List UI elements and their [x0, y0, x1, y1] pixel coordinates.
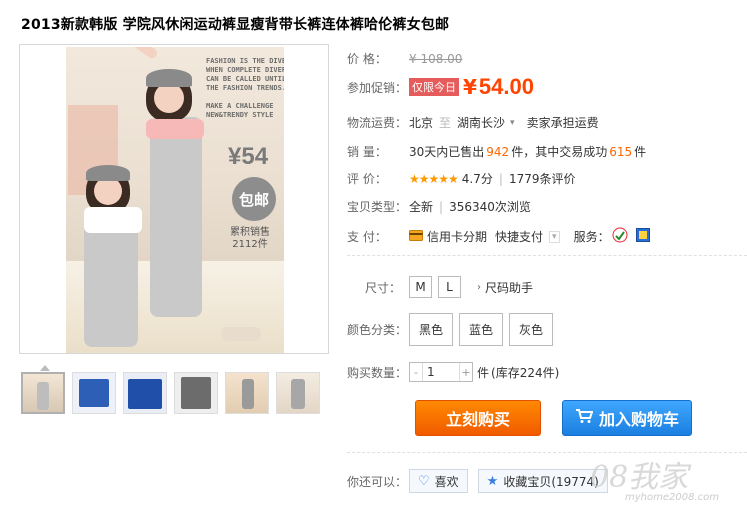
- image-overlay-text: FASHION IS THE DIVERSITY WHEN COMPLETE D…: [206, 57, 284, 119]
- original-price: ¥ 108.00: [409, 51, 463, 66]
- actions-label: 你还可以：: [347, 474, 408, 489]
- promo-label: 参加促销：: [347, 80, 408, 95]
- buy-now-label: 立刻购买: [445, 410, 510, 429]
- payment-row: 支 付： 信用卡分期 快捷支付 ▾ 服务：: [347, 227, 650, 246]
- free-shipping-badge: 包邮: [232, 177, 276, 221]
- size-row: 尺寸： M L › 尺码助手: [347, 276, 533, 298]
- favorite-button[interactable]: ★ 收藏宝贝(19774): [477, 469, 608, 493]
- size-option-l[interactable]: L: [438, 276, 461, 298]
- service-label: 服务：: [573, 230, 610, 244]
- thumbnail-strip: [21, 372, 327, 414]
- payment-label: 支 付：: [347, 230, 387, 244]
- like-button[interactable]: ♡ 喜欢: [409, 469, 468, 493]
- guarantee-icon[interactable]: [612, 227, 628, 246]
- shipping-row: 物流运费： 北京 至 湖南长沙 ▾ 卖家承担运费: [347, 114, 599, 131]
- promo-tag: 仅限今日: [409, 78, 459, 96]
- like-label: 喜欢: [434, 474, 459, 489]
- fast-pay-link[interactable]: 快捷支付: [495, 228, 543, 245]
- credit-card-icon: [409, 229, 423, 244]
- item-condition: 全新: [409, 200, 434, 214]
- quantity-row: 购买数量： - 1 + 件 (库存224件): [347, 362, 559, 382]
- thumbnail-5[interactable]: [225, 372, 269, 414]
- color-row: 颜色分类： 黑色 蓝色 灰色: [347, 313, 559, 346]
- sales-mid: 件，其中交易成功: [511, 145, 608, 159]
- thumbnail-6[interactable]: [276, 372, 320, 414]
- buy-now-button[interactable]: 立刻购买: [415, 400, 541, 436]
- credit-installment-link[interactable]: 信用卡分期: [427, 228, 487, 245]
- quantity-decrement-button[interactable]: -: [410, 363, 423, 381]
- service-badge-icon[interactable]: [635, 228, 650, 245]
- quantity-stepper: - 1 +: [409, 362, 473, 382]
- add-to-cart-button[interactable]: 加入购物车: [562, 400, 692, 436]
- sales-row: 销 量： 30天内已售出 942 件，其中交易成功 615 件: [347, 143, 646, 160]
- rating-row: 评 价： ★★★★★ 4.7分 | 1779条评价: [347, 170, 575, 187]
- sales-prefix: 30天内已售出: [409, 145, 485, 159]
- size-option-m[interactable]: M: [409, 276, 432, 298]
- review-count-link[interactable]: 1779条评价: [509, 170, 576, 187]
- ship-to-select[interactable]: 湖南长沙: [457, 114, 505, 131]
- watermark-url: myhome2008.com: [625, 492, 719, 503]
- stock-count: (库存224件): [491, 365, 560, 380]
- thumbnail-3[interactable]: [123, 372, 167, 414]
- price-row: 价 格： ¥ 108.00: [347, 50, 462, 67]
- view-count: 356340次浏览: [449, 200, 531, 214]
- quantity-unit: 件: [477, 365, 490, 380]
- promo-price: 54.00: [478, 74, 534, 99]
- star-icon: ★: [486, 473, 499, 489]
- ship-from: 北京: [409, 116, 434, 130]
- item-type-label: 宝贝类型：: [347, 200, 408, 214]
- separator: |: [498, 171, 503, 186]
- color-option-black[interactable]: 黑色: [409, 313, 453, 346]
- size-helper-link[interactable]: 尺码助手: [485, 279, 533, 296]
- price-label: 价 格：: [347, 52, 387, 66]
- quantity-increment-button[interactable]: +: [459, 363, 472, 381]
- color-label: 颜色分类：: [347, 323, 408, 337]
- sales-count: 942: [486, 144, 510, 159]
- product-photo: FASHION IS THE DIVERSITY WHEN COMPLETE D…: [66, 47, 284, 353]
- product-title: 2013新款韩版 学院风休闲运动裤显瘦背带长裤连体裤哈伦裤女包邮: [21, 17, 450, 33]
- favorite-label: 收藏宝贝(19774): [503, 474, 599, 489]
- image-sold-count: 累积销售 2112件: [230, 227, 270, 250]
- add-to-cart-label: 加入购物车: [598, 410, 679, 429]
- quantity-label: 购买数量：: [347, 365, 408, 380]
- sales-suffix: 件: [634, 145, 647, 159]
- sales-success-count: 615: [609, 144, 633, 159]
- main-product-image[interactable]: FASHION IS THE DIVERSITY WHEN COMPLETE D…: [19, 44, 329, 354]
- heart-icon: ♡: [418, 473, 430, 489]
- shipping-fee: 卖家承担运费: [526, 116, 599, 130]
- image-price: ¥54: [228, 143, 269, 170]
- watermark-logo: 08我家: [590, 460, 689, 495]
- chevron-down-icon[interactable]: ▾: [549, 230, 560, 243]
- promo-row: 参加促销： 仅限今日 ¥ 54.00: [347, 74, 534, 100]
- rating-stars-icon: ★★★★★: [409, 171, 459, 186]
- rating-label: 评 价：: [347, 172, 387, 186]
- sales-label: 销 量：: [347, 145, 387, 159]
- rating-score: 4.7分: [461, 172, 493, 186]
- thumbnail-2[interactable]: [72, 372, 116, 414]
- actions-row: 你还可以： ♡ 喜欢 ★ 收藏宝贝(19774): [347, 469, 618, 493]
- promo-currency: ¥: [463, 75, 477, 99]
- ship-divider: 至: [439, 116, 452, 130]
- color-option-blue[interactable]: 蓝色: [459, 313, 503, 346]
- section-divider: [347, 255, 747, 256]
- chevron-right-icon: ›: [477, 281, 481, 293]
- chevron-down-icon[interactable]: ▾: [510, 118, 515, 128]
- thumbnail-pointer: [40, 365, 50, 371]
- cart-icon: [575, 408, 594, 428]
- color-option-gray[interactable]: 灰色: [509, 313, 553, 346]
- thumbnail-4[interactable]: [174, 372, 218, 414]
- thumbnail-1[interactable]: [21, 372, 65, 414]
- shipping-label: 物流运费：: [347, 116, 408, 130]
- quantity-input[interactable]: 1: [423, 363, 459, 381]
- item-type-row: 宝贝类型： 全新 | 356340次浏览: [347, 198, 531, 215]
- separator: |: [439, 199, 444, 214]
- size-label: 尺寸：: [364, 280, 401, 295]
